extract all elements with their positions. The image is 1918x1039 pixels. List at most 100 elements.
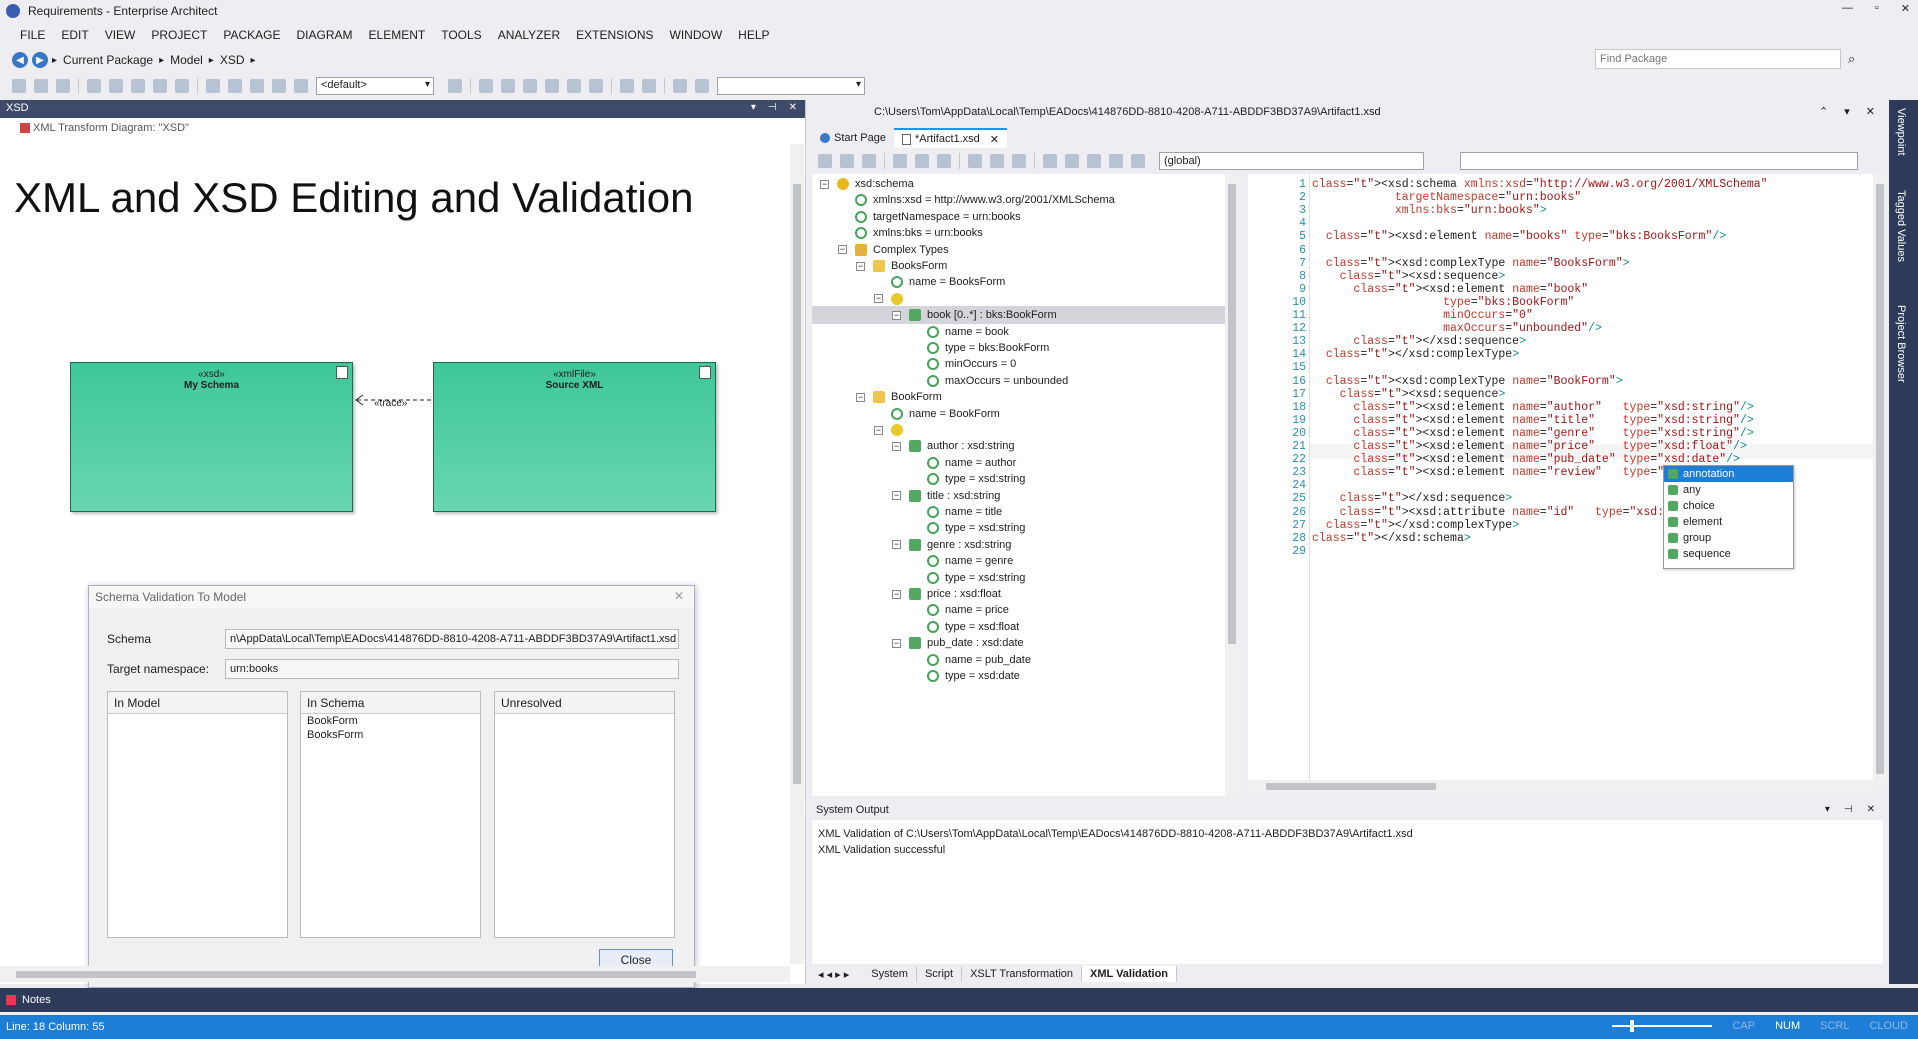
- find-package-input[interactable]: [1595, 49, 1841, 69]
- font-icon[interactable]: [545, 79, 559, 93]
- editor-hscrollbar[interactable]: [1248, 780, 1873, 794]
- menu-item-package[interactable]: PACKAGE: [215, 28, 288, 42]
- distribute-icon[interactable]: [523, 79, 537, 93]
- zoom-slider-thumb[interactable]: [1630, 1020, 1635, 1032]
- code-line[interactable]: class="t"><xsd:sequence>: [1312, 270, 1506, 283]
- close-icon[interactable]: ✕: [674, 589, 684, 603]
- collapse-toggle-icon[interactable]: −: [874, 425, 883, 435]
- diagram-canvas[interactable]: XML and XSD Editing and Validation «xsd»…: [0, 144, 790, 988]
- collapse-toggle-icon[interactable]: −: [892, 589, 901, 599]
- tree-node[interactable]: name = price: [812, 601, 1225, 619]
- tab-xml-validation[interactable]: XML Validation: [1082, 966, 1178, 982]
- code-line[interactable]: class="t"><xsd:element name="author" typ…: [1312, 401, 1753, 414]
- page-icon[interactable]: [228, 79, 242, 93]
- tree-node[interactable]: name = BooksForm: [812, 273, 1225, 291]
- fill-icon[interactable]: [620, 79, 634, 93]
- tree-node[interactable]: − BookForm: [812, 388, 1225, 406]
- code-line[interactable]: xmlns:bks="urn:books">: [1312, 204, 1547, 217]
- schema-tree[interactable]: − xsd:schema xmlns:xsd = http://www.w3.org…: [812, 174, 1225, 796]
- tree-node[interactable]: name = BookForm: [812, 405, 1225, 423]
- tree-node[interactable]: − book [0..*] : bks:BookForm: [812, 306, 1225, 325]
- tree-node[interactable]: name = author: [812, 454, 1225, 472]
- line-icon[interactable]: [642, 79, 656, 93]
- pin-icon[interactable]: ⊣: [1844, 804, 1853, 815]
- menu-item-analyzer[interactable]: ANALYZER: [490, 28, 568, 42]
- code-line[interactable]: class="t"></xsd:schema>: [1312, 532, 1471, 545]
- open-icon[interactable]: [34, 79, 48, 93]
- layout-icon[interactable]: [479, 79, 493, 93]
- menu-item-window[interactable]: WINDOW: [662, 28, 731, 42]
- code-line[interactable]: class="t"><xsd:element name="price" type…: [1312, 440, 1746, 453]
- tree-node[interactable]: minOccurs = 0: [812, 355, 1225, 373]
- autocomplete-item[interactable]: sequence: [1664, 546, 1793, 562]
- tree-node[interactable]: type = xsd:date: [812, 667, 1225, 685]
- copy-icon[interactable]: [915, 154, 929, 168]
- scrollbar-thumb[interactable]: [1266, 783, 1436, 790]
- autocomplete-item[interactable]: element: [1664, 514, 1793, 530]
- validate-icon[interactable]: [968, 154, 982, 168]
- code-line[interactable]: class="t"></xsd:sequence>: [1312, 335, 1526, 348]
- tab-script[interactable]: Script: [917, 966, 963, 982]
- menu-item-view[interactable]: VIEW: [97, 28, 144, 42]
- tree-node[interactable]: − title : xsd:string: [812, 487, 1225, 505]
- tree-node[interactable]: − author : xsd:string: [812, 437, 1225, 455]
- my-schema-element[interactable]: «xsd» My Schema: [70, 362, 353, 512]
- autocomplete-item[interactable]: annotation: [1664, 466, 1793, 482]
- tree-node[interactable]: name = book: [812, 323, 1225, 341]
- tree-node[interactable]: −: [812, 290, 1225, 308]
- collapse-toggle-icon[interactable]: −: [838, 245, 847, 255]
- collapse-toggle-icon[interactable]: −: [892, 540, 901, 550]
- maximize-icon[interactable]: ▫: [1875, 2, 1879, 15]
- redo-icon[interactable]: [175, 79, 189, 93]
- breadcrumb-model[interactable]: Model: [170, 53, 203, 67]
- zoom-slider[interactable]: [1612, 1020, 1713, 1032]
- breadcrumb-current-package[interactable]: Current Package: [63, 53, 153, 67]
- color-icon[interactable]: [448, 79, 462, 93]
- settings-icon[interactable]: [1131, 154, 1145, 168]
- tree-node[interactable]: name = title: [812, 503, 1225, 521]
- output-line[interactable]: XML Validation of C:\Users\Tom\AppData\L…: [812, 826, 1883, 842]
- code-line[interactable]: targetNamespace="urn:books": [1312, 191, 1581, 204]
- window-split-icon[interactable]: [695, 79, 709, 93]
- close-icon[interactable]: ✕: [990, 133, 999, 146]
- collapse-toggle-icon[interactable]: −: [892, 491, 901, 501]
- scrollbar-thumb[interactable]: [1228, 184, 1236, 644]
- autocomplete-popup[interactable]: annotation any choice element group sequence: [1663, 465, 1794, 569]
- tree-node[interactable]: xmlns:bks = urn:books: [812, 224, 1225, 242]
- style-combo[interactable]: <default>: [316, 77, 434, 95]
- zoom-fit-icon[interactable]: [294, 79, 308, 93]
- run-icon[interactable]: [1012, 154, 1026, 168]
- vertical-scrollbar[interactable]: [790, 144, 804, 964]
- tree-node[interactable]: name = pub_date: [812, 651, 1225, 669]
- export-icon[interactable]: [1109, 154, 1123, 168]
- code-line[interactable]: class="t"><xsd:element name="books" type…: [1312, 230, 1726, 243]
- menu-item-tools[interactable]: TOOLS: [433, 28, 489, 42]
- tree-scrollbar[interactable]: [1225, 174, 1239, 796]
- tab-start-page[interactable]: Start Page: [812, 128, 894, 148]
- code-line[interactable]: class="t"></xsd:complexType>: [1312, 348, 1519, 361]
- code-line[interactable]: class="t"></xsd:complexType>: [1312, 519, 1519, 532]
- dropdown-icon[interactable]: ▾: [1844, 105, 1850, 118]
- tree-node[interactable]: − genre : xsd:string: [812, 536, 1225, 554]
- minimize-icon[interactable]: —: [1842, 2, 1853, 15]
- menu-item-edit[interactable]: EDIT: [53, 28, 96, 42]
- find-icon[interactable]: [206, 79, 220, 93]
- menu-item-file[interactable]: FILE: [12, 28, 53, 42]
- code-line[interactable]: class="t"><xsd:element name="title" type…: [1312, 414, 1753, 427]
- undo-icon[interactable]: [153, 79, 167, 93]
- unresolved-list[interactable]: Unresolved: [494, 691, 675, 938]
- code-line[interactable]: class="t"><xsd:schema xmlns:xsd="http://…: [1312, 178, 1768, 191]
- output-line[interactable]: XML Validation successful: [812, 842, 1883, 858]
- tab-navigation-icon[interactable]: ◂ ◂ ▸ ▸: [818, 968, 849, 981]
- collapse-toggle-icon[interactable]: −: [874, 294, 883, 304]
- collapse-toggle-icon[interactable]: −: [892, 441, 901, 451]
- tree-node[interactable]: targetNamespace = urn:books: [812, 208, 1225, 226]
- tree-node[interactable]: maxOccurs = unbounded: [812, 372, 1225, 390]
- forward-icon[interactable]: ▶: [32, 52, 48, 68]
- menu-item-diagram[interactable]: DIAGRAM: [289, 28, 361, 42]
- structure-icon[interactable]: [818, 154, 832, 168]
- menu-item-extensions[interactable]: EXTENSIONS: [568, 28, 661, 42]
- code-line[interactable]: class="t"><xsd:element name="book": [1312, 283, 1588, 296]
- copy-icon[interactable]: [109, 79, 123, 93]
- sidebar-tab-project-browser[interactable]: Project Browser: [1895, 305, 1907, 383]
